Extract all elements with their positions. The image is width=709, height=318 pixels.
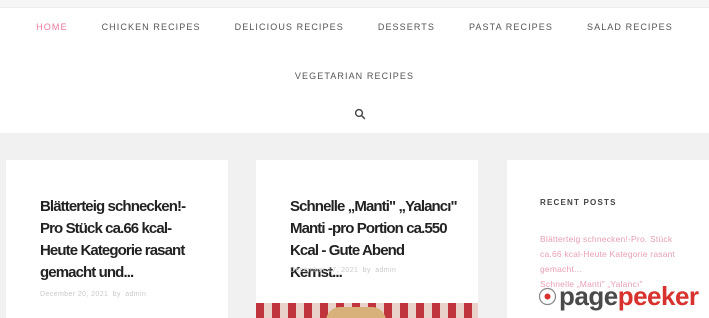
post-card: Blätterteig schnecken!-Pro Stück ca.66 k…	[6, 160, 228, 318]
nav-item-vegetarian-recipes[interactable]: VEGETARIAN RECIPES	[278, 71, 431, 81]
nav-item-pasta-recipes[interactable]: PASTA RECIPES	[452, 22, 570, 32]
wordmark-accent: peeker	[617, 280, 699, 311]
top-bar	[0, 0, 709, 8]
post-thumbnail[interactable]	[256, 303, 478, 318]
wordmark-prefix: page	[559, 280, 618, 311]
pagepeeker-wordmark: pagepeeker	[559, 281, 699, 312]
main-navigation: HOME CHICKEN RECIPES DELICIOUS RECIPES D…	[0, 8, 709, 133]
post-by-label: by	[112, 291, 121, 298]
post-date[interactable]: December 20, 2021	[40, 291, 108, 298]
nav-item-delicious-recipes[interactable]: DELICIOUS RECIPES	[218, 22, 361, 32]
nav-row-primary: HOME CHICKEN RECIPES DELICIOUS RECIPES D…	[0, 22, 709, 32]
nav-item-home[interactable]: HOME	[19, 22, 84, 32]
nav-item-desserts[interactable]: DESSERTS	[361, 22, 452, 32]
post-by-label: by	[362, 267, 371, 274]
nav-item-chicken-recipes[interactable]: CHICKEN RECIPES	[85, 22, 218, 32]
pagepeeker-logo-icon	[538, 287, 557, 306]
nav-row-secondary: VEGETARIAN RECIPES	[0, 66, 709, 84]
post-meta: December 20, 2021 by admin	[40, 291, 146, 298]
post-author[interactable]: admin	[375, 267, 396, 274]
post-author[interactable]: admin	[125, 291, 146, 298]
post-title[interactable]: Blätterteig schnecken!-Pro Stück ca.66 k…	[40, 196, 200, 284]
nav-item-salad-recipes[interactable]: SALAD RECIPES	[570, 22, 690, 32]
post-meta: December 17, 2021 by admin	[290, 267, 396, 274]
food-image	[326, 307, 386, 318]
pagepeeker-watermark: pagepeeker	[538, 279, 699, 313]
search-icon[interactable]	[354, 107, 366, 120]
recent-post-link[interactable]: Blätterteig schnecken!-Pro. Stück ca.66 …	[540, 232, 690, 277]
post-date[interactable]: December 17, 2021	[290, 267, 358, 274]
widget-title: RECENT POSTS	[540, 198, 617, 207]
post-card: Schnelle „Manti" „Yalancı" Manti -pro Po…	[256, 160, 478, 318]
